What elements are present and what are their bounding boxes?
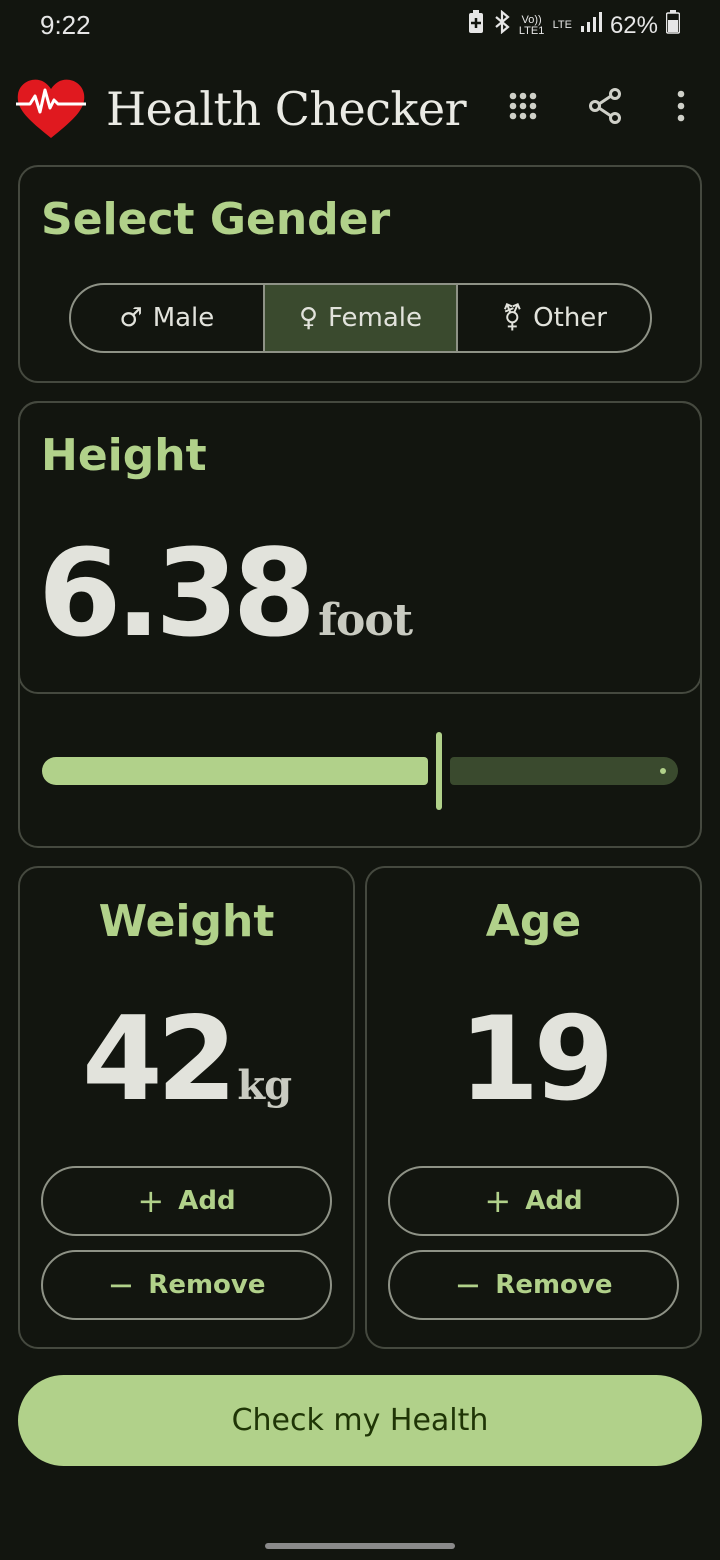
gender-option-label: Other bbox=[533, 303, 607, 333]
transgender-icon: ⚧ bbox=[501, 303, 524, 333]
status-icons: Vo)) LTE1 LTE 62% bbox=[467, 9, 681, 41]
battery-icon bbox=[665, 10, 681, 41]
height-display: 6.38 foot bbox=[38, 525, 413, 664]
age-remove-label: Remove bbox=[495, 1270, 613, 1300]
height-value: 6.38 bbox=[38, 525, 316, 664]
lte-label: LTE bbox=[552, 19, 572, 31]
slider-inactive-track bbox=[450, 757, 678, 785]
gender-heading: Select Gender bbox=[41, 194, 391, 245]
weight-unit: kg bbox=[237, 1062, 292, 1109]
minus-icon: − bbox=[107, 1266, 135, 1304]
volte-label: Vo)) LTE1 bbox=[518, 13, 545, 37]
bluetooth-icon bbox=[493, 9, 511, 41]
weight-add-button[interactable]: + Add bbox=[41, 1166, 332, 1236]
height-unit: foot bbox=[318, 595, 413, 646]
male-icon: ♂ bbox=[119, 303, 143, 333]
age-add-button[interactable]: + Add bbox=[388, 1166, 679, 1236]
gender-option-other[interactable]: ⚧ Other bbox=[458, 285, 650, 351]
gender-option-male[interactable]: ♂ Male bbox=[71, 285, 265, 351]
slider-stop-indicator bbox=[660, 768, 666, 774]
gender-segmented-control: ♂ Male ♀ Female ⚧ Other bbox=[69, 283, 652, 353]
gender-option-label: Male bbox=[152, 303, 215, 333]
female-icon: ♀ bbox=[298, 303, 319, 333]
gender-option-label: Female bbox=[328, 303, 423, 333]
age-remove-button[interactable]: − Remove bbox=[388, 1250, 679, 1320]
plus-icon: + bbox=[484, 1182, 512, 1220]
age-value: 19 bbox=[458, 992, 614, 1127]
share-icon bbox=[588, 87, 622, 129]
more-vert-icon bbox=[676, 90, 686, 127]
share-button[interactable] bbox=[583, 86, 627, 130]
slider-active-track bbox=[42, 757, 428, 785]
height-heading: Height bbox=[41, 430, 207, 481]
weight-heading: Weight bbox=[98, 896, 275, 947]
check-health-button[interactable]: Check my Health bbox=[18, 1375, 702, 1466]
signal-icon bbox=[580, 11, 602, 40]
weight-value: 42 bbox=[81, 992, 237, 1127]
status-time: 9:22 bbox=[40, 10, 91, 40]
battery-saver-icon bbox=[467, 10, 485, 41]
weight-display: 42 kg bbox=[18, 992, 355, 1127]
age-display: 19 bbox=[365, 992, 702, 1127]
plus-icon: + bbox=[137, 1182, 165, 1220]
apps-grid-icon bbox=[508, 91, 538, 126]
weight-remove-label: Remove bbox=[148, 1270, 266, 1300]
age-add-label: Add bbox=[525, 1186, 583, 1216]
weight-remove-button[interactable]: − Remove bbox=[41, 1250, 332, 1320]
age-heading: Age bbox=[485, 896, 582, 947]
apps-grid-button[interactable] bbox=[501, 86, 545, 130]
slider-thumb[interactable] bbox=[436, 732, 442, 810]
heart-logo-icon bbox=[16, 78, 86, 140]
gender-option-female[interactable]: ♀ Female bbox=[264, 285, 459, 351]
more-options-button[interactable] bbox=[659, 86, 703, 130]
app-title: Health Checker bbox=[106, 82, 467, 136]
height-slider[interactable] bbox=[42, 730, 678, 810]
minus-icon: − bbox=[454, 1266, 482, 1304]
home-indicator[interactable] bbox=[265, 1543, 455, 1549]
battery-percent: 62% bbox=[609, 11, 658, 39]
weight-add-label: Add bbox=[178, 1186, 236, 1216]
